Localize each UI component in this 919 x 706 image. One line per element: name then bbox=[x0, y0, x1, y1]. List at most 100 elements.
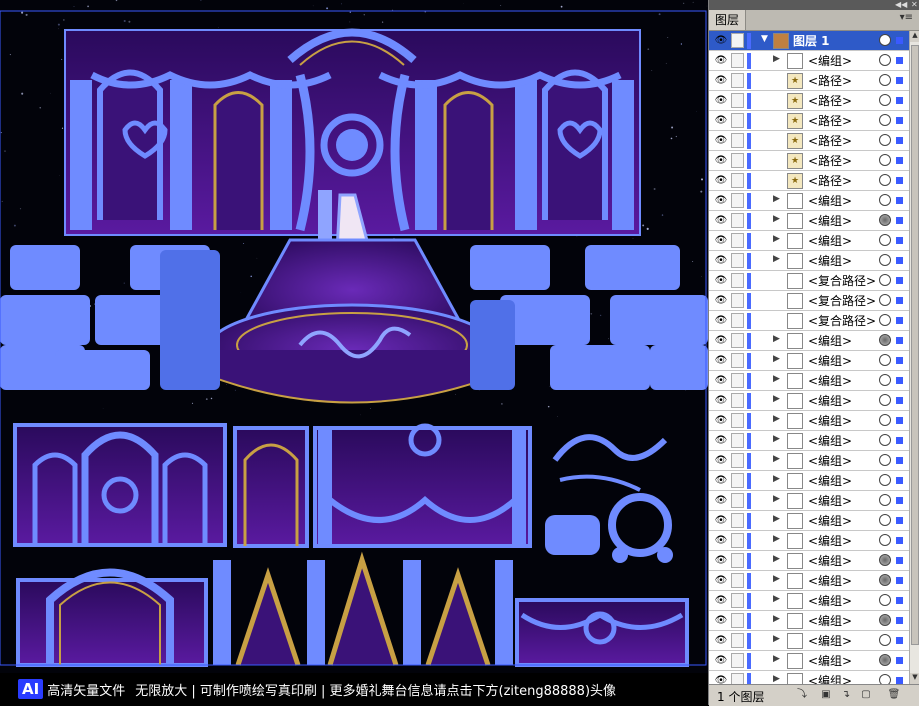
lock-toggle[interactable] bbox=[731, 533, 744, 548]
expand-arrow-icon[interactable]: ▶ bbox=[773, 654, 780, 664]
layer-item-row[interactable]: 👁 <复合路径> bbox=[709, 271, 909, 291]
layer-item-row[interactable]: 👁▶<编组> bbox=[709, 571, 909, 591]
layer-item-row[interactable]: 👁▶<编组> bbox=[709, 651, 909, 671]
layer-item-label[interactable]: <编组> bbox=[808, 213, 852, 229]
layer-item-label[interactable]: <路径> bbox=[808, 133, 852, 149]
column-arches[interactable] bbox=[213, 560, 513, 665]
lock-toggle[interactable] bbox=[731, 93, 744, 108]
layer-item-label[interactable]: <复合路径> bbox=[808, 273, 876, 289]
backdrop-panel-triple-arch[interactable] bbox=[18, 573, 206, 666]
layer-item-label[interactable]: <编组> bbox=[808, 613, 852, 629]
selection-indicator[interactable] bbox=[896, 657, 903, 664]
selection-indicator[interactable] bbox=[896, 437, 903, 444]
expand-arrow-icon[interactable]: ▶ bbox=[773, 454, 780, 464]
expand-arrow-icon[interactable]: ▶ bbox=[773, 414, 780, 424]
lock-toggle[interactable] bbox=[731, 473, 744, 488]
lock-toggle[interactable] bbox=[731, 433, 744, 448]
layer-item-row[interactable]: 👁▶<编组> bbox=[709, 471, 909, 491]
layer-item-row[interactable]: 👁▶<编组> bbox=[709, 191, 909, 211]
selection-indicator[interactable] bbox=[896, 457, 903, 464]
layer-item-label[interactable]: <编组> bbox=[808, 393, 852, 409]
layers-scrollbar[interactable]: ▲ ▼ bbox=[909, 31, 919, 684]
layer-item-label[interactable]: <编组> bbox=[808, 373, 852, 389]
layer-item-row[interactable]: 👁 ▶ <编组> bbox=[709, 51, 909, 71]
selection-indicator[interactable] bbox=[896, 357, 903, 364]
lock-toggle[interactable] bbox=[731, 233, 744, 248]
lock-toggle[interactable] bbox=[731, 113, 744, 128]
layer-item-row[interactable]: 👁▶<编组> bbox=[709, 411, 909, 431]
visibility-eye-icon[interactable]: 👁 bbox=[714, 94, 728, 107]
visibility-eye-icon[interactable]: 👁 bbox=[714, 194, 728, 207]
layer-item-label[interactable]: <编组> bbox=[808, 493, 852, 509]
visibility-eye-icon[interactable]: 👁 bbox=[714, 534, 728, 547]
target-circle-icon[interactable] bbox=[879, 194, 891, 206]
target-circle-icon[interactable] bbox=[879, 334, 891, 346]
expand-arrow-icon[interactable]: ▶ bbox=[773, 214, 780, 224]
visibility-eye-icon[interactable]: 👁 bbox=[714, 574, 728, 587]
target-circle-icon[interactable] bbox=[879, 634, 891, 646]
lock-toggle[interactable] bbox=[731, 33, 744, 48]
visibility-eye-icon[interactable]: 👁 bbox=[714, 614, 728, 627]
expand-arrow-icon[interactable]: ▶ bbox=[773, 354, 780, 364]
selection-indicator[interactable] bbox=[896, 677, 903, 684]
expand-arrow-icon[interactable]: ▶ bbox=[773, 674, 780, 684]
target-circle-icon[interactable] bbox=[879, 174, 891, 186]
selection-indicator[interactable] bbox=[896, 517, 903, 524]
expand-arrow-icon[interactable]: ▶ bbox=[773, 554, 780, 564]
expand-arrow-icon[interactable]: ▶ bbox=[773, 54, 780, 64]
visibility-eye-icon[interactable]: 👁 bbox=[714, 54, 728, 67]
expand-arrow-icon[interactable]: ▶ bbox=[773, 574, 780, 584]
lock-toggle[interactable] bbox=[731, 253, 744, 268]
selection-indicator[interactable] bbox=[896, 277, 903, 284]
expand-arrow-icon[interactable]: ▶ bbox=[773, 234, 780, 244]
lock-toggle[interactable] bbox=[731, 493, 744, 508]
layer-item-row[interactable]: 👁<复合路径> bbox=[709, 291, 909, 311]
lock-toggle[interactable] bbox=[731, 613, 744, 628]
layer-item-row[interactable]: 👁★<路径> bbox=[709, 151, 909, 171]
layer-item-label[interactable]: <编组> bbox=[808, 53, 852, 69]
layer-item-row[interactable]: 👁▶<编组> bbox=[709, 511, 909, 531]
target-circle-icon[interactable] bbox=[879, 114, 891, 126]
layer-item-row[interactable]: 👁★<路径> bbox=[709, 111, 909, 131]
selection-indicator[interactable] bbox=[896, 497, 903, 504]
layer-row-top[interactable]: 👁▼图层 1 bbox=[709, 31, 909, 51]
target-circle-icon[interactable] bbox=[879, 414, 891, 426]
layer-item-label[interactable]: <编组> bbox=[808, 233, 852, 249]
visibility-eye-icon[interactable]: 👁 bbox=[714, 274, 728, 287]
visibility-eye-icon[interactable]: 👁 bbox=[714, 134, 728, 147]
selection-indicator[interactable] bbox=[896, 57, 903, 64]
visibility-eye-icon[interactable]: 👁 bbox=[714, 214, 728, 227]
layer-item-label[interactable]: <编组> bbox=[808, 473, 852, 489]
artboard-canvas[interactable]: AI 高清矢量文件 无限放大 | 可制作喷绘写真印刷 | 更多婚礼舞台信息请点击… bbox=[0, 0, 708, 705]
selection-indicator[interactable] bbox=[896, 157, 903, 164]
layer-item-row[interactable]: 👁★<路径> bbox=[709, 71, 909, 91]
layer-item-label[interactable]: <编组> bbox=[808, 353, 852, 369]
target-circle-icon[interactable] bbox=[879, 394, 891, 406]
selection-indicator[interactable] bbox=[896, 77, 903, 84]
expand-arrow-icon[interactable]: ▶ bbox=[773, 634, 780, 644]
layer-item-row[interactable]: 👁▶<编组> bbox=[709, 351, 909, 371]
lock-toggle[interactable] bbox=[731, 373, 744, 388]
lock-toggle[interactable] bbox=[731, 593, 744, 608]
selection-indicator[interactable] bbox=[896, 97, 903, 104]
selection-indicator[interactable] bbox=[896, 617, 903, 624]
monogram-and-carriage[interactable] bbox=[545, 437, 673, 563]
layer-item-label[interactable]: <编组> bbox=[808, 533, 852, 549]
visibility-eye-icon[interactable]: 👁 bbox=[714, 114, 728, 127]
target-circle-icon[interactable] bbox=[879, 94, 891, 106]
target-circle-icon[interactable] bbox=[879, 374, 891, 386]
layer-item-row[interactable]: 👁▶<编组> bbox=[709, 671, 909, 684]
expand-arrow-icon[interactable]: ▶ bbox=[773, 334, 780, 344]
layer-item-row[interactable]: 👁▶<编组> bbox=[709, 551, 909, 571]
layer-item-row[interactable]: 👁★<路径> bbox=[709, 91, 909, 111]
layer-item-row[interactable]: 👁★<路径> bbox=[709, 171, 909, 191]
lock-toggle[interactable] bbox=[731, 193, 744, 208]
panel-menu-icon[interactable]: ▾≡ bbox=[900, 12, 913, 23]
layer-item-row[interactable]: 👁▶<编组> bbox=[709, 371, 909, 391]
backdrop-panel-wide[interactable] bbox=[315, 426, 530, 546]
target-circle-icon[interactable] bbox=[879, 494, 891, 506]
lock-toggle[interactable] bbox=[731, 653, 744, 668]
lock-toggle[interactable] bbox=[731, 273, 744, 288]
backdrop-panel-bottom-right[interactable] bbox=[517, 600, 687, 665]
backdrop-panel-small-arch[interactable] bbox=[15, 425, 225, 545]
